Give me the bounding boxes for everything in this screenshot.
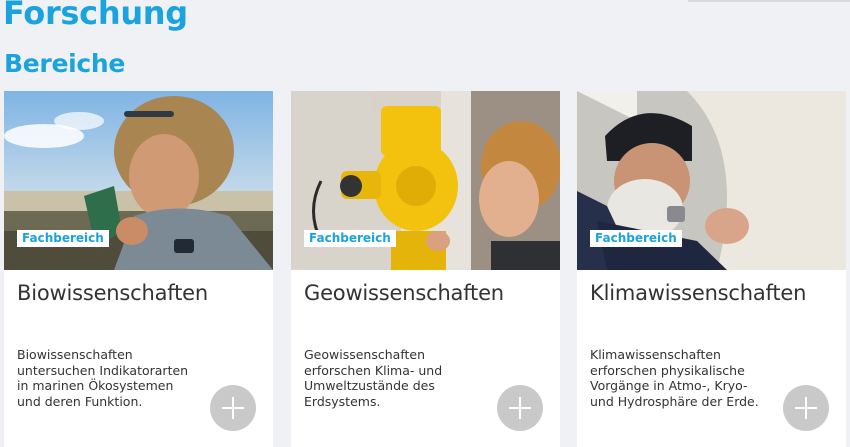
- category-badge: Fachbereich: [17, 230, 109, 247]
- card-description: Biowissenschaften untersuchen Indikatora…: [17, 347, 189, 409]
- card-description: Klimawissenschaften erforschen physikali…: [590, 347, 759, 409]
- page-title: Forschung: [3, 0, 188, 32]
- category-badge: Fachbereich: [304, 230, 396, 247]
- card-title[interactable]: Klimawissenschaften: [590, 281, 806, 305]
- category-badge: Fachbereich: [590, 230, 682, 247]
- card-klimawissenschaften[interactable]: Fachbereich Klimawissenschaften Klimawis…: [577, 91, 846, 447]
- card-title[interactable]: Biowissenschaften: [17, 281, 208, 305]
- expand-plus-button[interactable]: [497, 385, 543, 431]
- card-title[interactable]: Geowissenschaften: [304, 281, 504, 305]
- section-title: Bereiche: [4, 49, 126, 78]
- expand-plus-button[interactable]: [783, 385, 829, 431]
- card-geowissenschaften[interactable]: Fachbereich Geowissenschaften Geowissens…: [291, 91, 560, 447]
- top-divider: [688, 0, 850, 2]
- card-biowissenschaften[interactable]: Fachbereich Biowissenschaften Biowissens…: [4, 91, 273, 447]
- expand-plus-button[interactable]: [210, 385, 256, 431]
- card-description: Geowissenschaften erforschen Klima- und …: [304, 347, 443, 409]
